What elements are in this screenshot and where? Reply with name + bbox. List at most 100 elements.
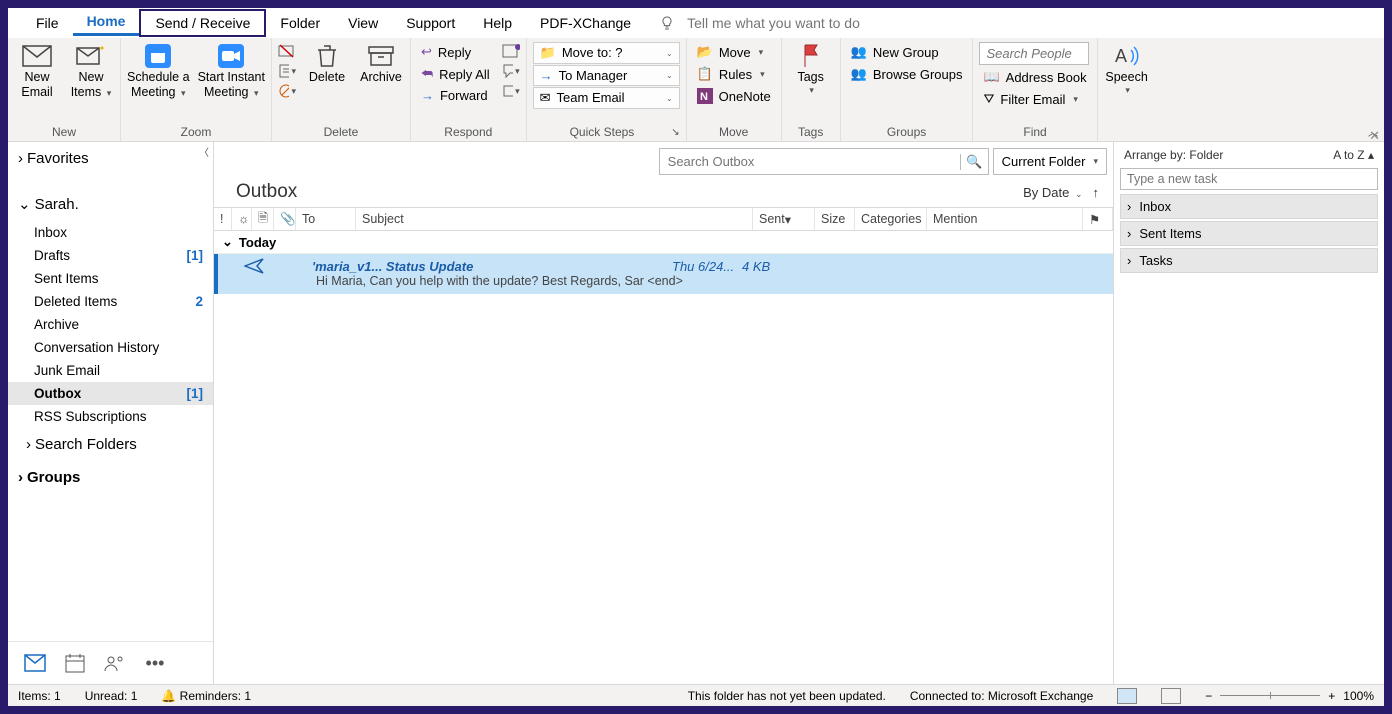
new-email-button[interactable]: New Email — [14, 42, 60, 100]
filter-email-button[interactable]: ⛛Filter Email▾ — [979, 89, 1090, 109]
icon-column[interactable]: 🗎 — [252, 208, 274, 230]
status-bar: Items: 1 Unread: 1 🔔 Reminders: 1 This f… — [8, 684, 1384, 706]
new-group-button[interactable]: 👥New Group — [847, 42, 967, 62]
folder-conversation-history[interactable]: Conversation History — [8, 336, 213, 359]
status-items: Items: 1 — [18, 689, 61, 703]
folder-sent-items[interactable]: Sent Items — [8, 267, 213, 290]
size-column[interactable]: Size — [815, 208, 855, 230]
nav-more-button[interactable]: ••• — [144, 652, 166, 674]
address-book-button[interactable]: 📖Address Book — [979, 67, 1090, 87]
folder-inbox[interactable]: Inbox — [8, 221, 213, 244]
message-row[interactable]: 'maria_v1... Status Update Thu 6/24... 4… — [214, 254, 1113, 294]
tell-me-search[interactable] — [645, 11, 1370, 35]
chevron-down-icon: ⌄ — [222, 234, 233, 250]
dialog-launcher-icon[interactable]: ↘ — [671, 127, 679, 138]
more-respond-icon[interactable]: ▾ — [502, 82, 520, 100]
sort-order-button[interactable]: A to Z ▴ — [1333, 148, 1374, 162]
new-task-input[interactable] — [1120, 168, 1378, 190]
zoom-slider[interactable] — [1220, 695, 1320, 696]
move-button[interactable]: 📂Move▾ — [693, 42, 775, 62]
quickstep-to-manager[interactable]: →To Manager⌄ — [533, 65, 680, 86]
favorites-header[interactable]: ›Favorites — [8, 142, 213, 175]
folder-junk-email[interactable]: Junk Email — [8, 359, 213, 382]
search-icon[interactable]: 🔍 — [960, 154, 988, 170]
mention-column[interactable]: Mention — [927, 208, 1083, 230]
quickstep-move-to[interactable]: 📁Move to: ?⌄ — [533, 42, 680, 64]
account-header[interactable]: ⌄Sarah. — [8, 187, 213, 221]
mail-icon — [24, 654, 46, 672]
flag-column[interactable]: ⚑ — [1083, 208, 1113, 230]
browse-groups-button[interactable]: 👥Browse Groups — [847, 64, 967, 84]
categories-column[interactable]: Categories — [855, 208, 927, 230]
reminder-column[interactable]: ☼ — [232, 208, 252, 230]
envelope-small-icon: ✉ — [540, 90, 551, 106]
task-group-inbox[interactable]: ›Inbox — [1120, 194, 1378, 219]
people-view-button[interactable] — [104, 652, 126, 674]
sort-by-button[interactable]: By Date ⌄ — [1023, 185, 1082, 200]
task-group-sent-items[interactable]: ›Sent Items — [1120, 221, 1378, 246]
onenote-button[interactable]: NOneNote — [693, 86, 775, 106]
subject-column[interactable]: Subject — [356, 208, 753, 230]
groups-header[interactable]: ›Groups — [8, 461, 213, 494]
im-reply-icon[interactable]: ▾ — [502, 62, 520, 80]
forward-button[interactable]: →Forward — [417, 86, 494, 105]
mail-view-button[interactable] — [24, 652, 46, 674]
cleanup-icon[interactable]: ▾ — [278, 62, 296, 80]
rules-button[interactable]: 📋Rules▾ — [693, 64, 775, 84]
ribbon-group-zoom: Zoom — [127, 123, 265, 141]
zoom-in-button[interactable]: + — [1328, 689, 1335, 703]
zoom-video-icon — [215, 42, 247, 70]
folder-rss[interactable]: RSS Subscriptions — [8, 405, 213, 428]
search-input[interactable] — [660, 149, 960, 174]
start-instant-meeting-button[interactable]: Start Instant Meeting ▾ — [198, 42, 265, 100]
zoom-level[interactable]: 100% — [1343, 689, 1374, 703]
junk-icon[interactable]: ▾ — [278, 82, 296, 100]
schedule-meeting-button[interactable]: Schedule a Meeting ▾ — [127, 42, 190, 100]
archive-button[interactable]: Archive — [358, 42, 404, 85]
tab-pdf-xchange[interactable]: PDF-XChange — [526, 11, 645, 35]
tags-button[interactable]: Tags▾ — [788, 42, 834, 96]
search-folders-header[interactable]: ›Search Folders — [8, 428, 213, 461]
quickstep-team-email[interactable]: ✉Team Email⌄ — [533, 87, 680, 109]
minimize-nav-button[interactable]: 〈 — [199, 144, 209, 159]
to-column[interactable]: To — [296, 208, 356, 230]
reply-button[interactable]: ↩Reply — [417, 42, 494, 62]
speech-button[interactable]: A Speech▾ — [1104, 42, 1150, 96]
close-task-pane-button[interactable]: ✕ — [1369, 128, 1380, 144]
task-group-tasks[interactable]: ›Tasks — [1120, 248, 1378, 273]
tab-view[interactable]: View — [334, 11, 392, 35]
tab-file[interactable]: File — [22, 11, 73, 35]
folder-outbox[interactable]: Outbox[1] — [8, 382, 213, 405]
tab-support[interactable]: Support — [392, 11, 469, 35]
folder-archive[interactable]: Archive — [8, 313, 213, 336]
folder-deleted-items[interactable]: Deleted Items2 — [8, 290, 213, 313]
sent-column[interactable]: Sent▾ — [753, 208, 815, 230]
reply-all-button[interactable]: ⮪Reply All — [417, 64, 494, 84]
calendar-view-button[interactable] — [64, 652, 86, 674]
ignore-icon[interactable] — [278, 42, 296, 60]
tab-send-receive[interactable]: Send / Receive — [139, 9, 266, 37]
search-people-input[interactable] — [979, 42, 1089, 65]
view-reading-button[interactable] — [1161, 688, 1181, 704]
tab-help[interactable]: Help — [469, 11, 526, 35]
people-icon — [104, 654, 126, 672]
date-group-today[interactable]: ⌄Today — [214, 231, 1113, 254]
tab-bar: File Home Send / Receive Folder View Sup… — [8, 8, 1384, 38]
attachment-column[interactable]: 📎 — [274, 208, 296, 230]
folder-drafts[interactable]: Drafts[1] — [8, 244, 213, 267]
search-scope-button[interactable]: Current Folder▾ — [993, 148, 1107, 175]
new-items-button[interactable]: New Items ▾ — [68, 42, 114, 100]
arrange-by-button[interactable]: Arrange by: Folder — [1124, 148, 1223, 162]
view-normal-button[interactable] — [1117, 688, 1137, 704]
meeting-reply-icon[interactable] — [502, 42, 520, 60]
zoom-out-button[interactable]: − — [1205, 689, 1212, 703]
delete-button[interactable]: Delete — [304, 42, 350, 85]
tab-folder[interactable]: Folder — [266, 11, 334, 35]
status-reminders[interactable]: 🔔 Reminders: 1 — [161, 689, 251, 703]
address-book-icon: 📖 — [983, 69, 999, 85]
tell-me-input[interactable] — [681, 15, 1356, 31]
importance-column[interactable]: ! — [214, 208, 232, 230]
tab-home[interactable]: Home — [73, 9, 140, 36]
search-box[interactable]: 🔍 — [659, 148, 989, 175]
sort-direction-button[interactable]: ↑ — [1093, 185, 1100, 200]
